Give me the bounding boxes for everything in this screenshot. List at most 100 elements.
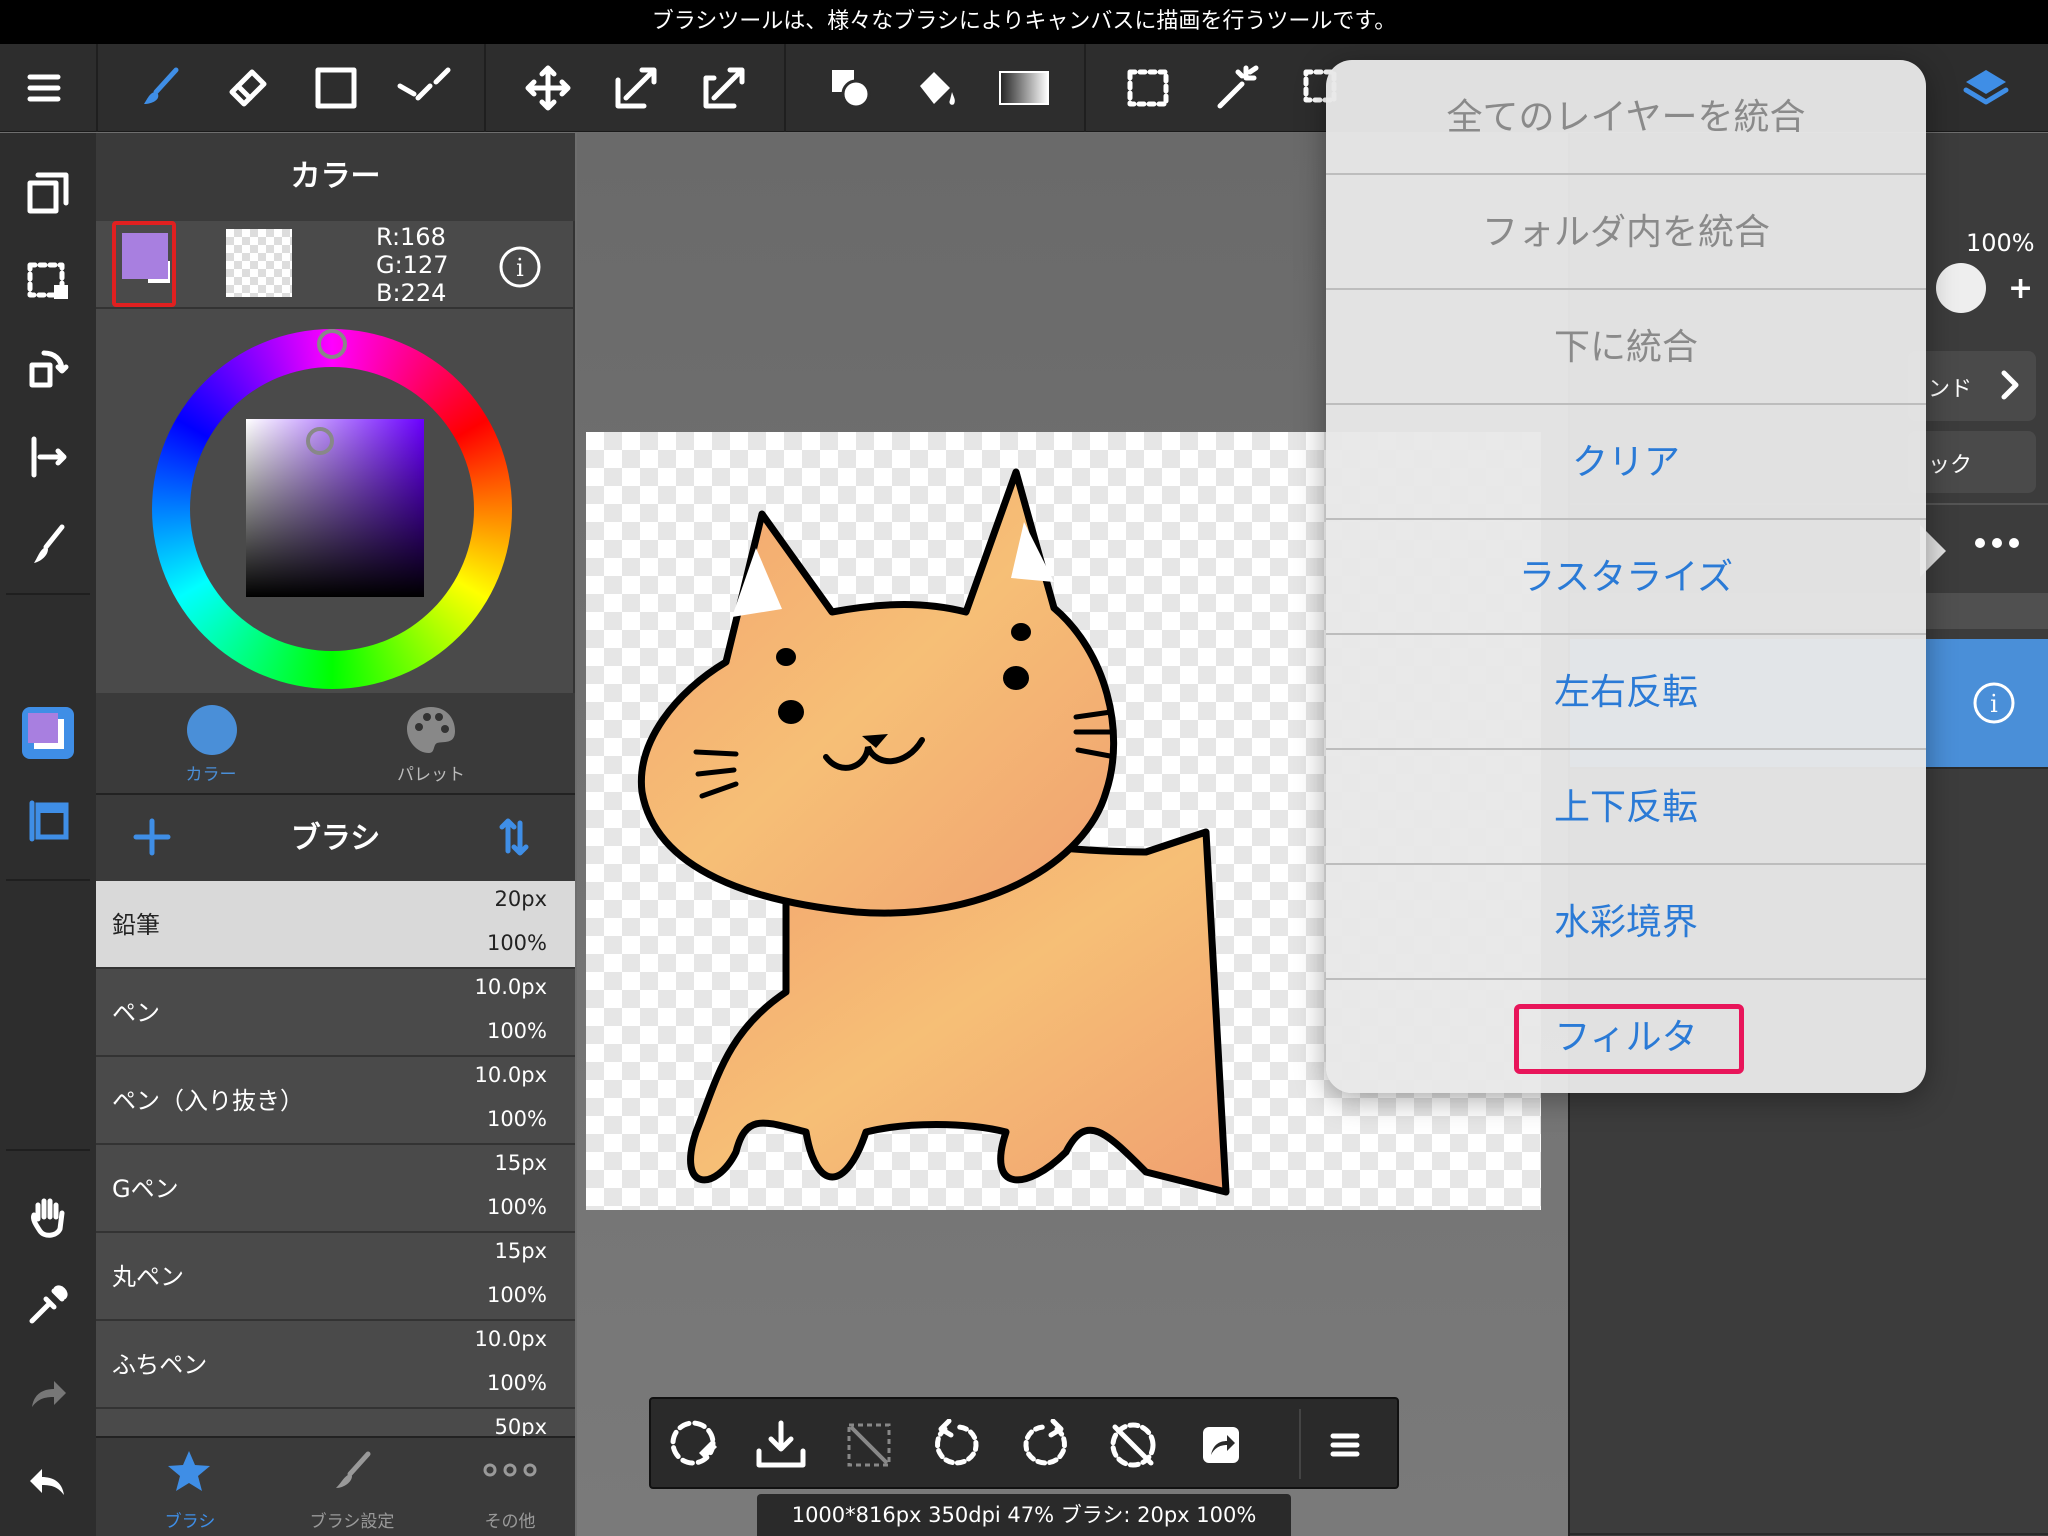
rotate-layer-icon[interactable] [18, 339, 78, 399]
magic-wand-icon[interactable] [1206, 58, 1266, 118]
star-icon [166, 1448, 212, 1498]
tab-color-label: カラー [185, 765, 237, 785]
brush-settings-icon [330, 1450, 372, 1496]
brush-opacity: 100% [486, 1283, 547, 1307]
redo-rotate-icon[interactable] [1015, 1415, 1075, 1475]
hue-handle[interactable] [317, 329, 347, 359]
save-download-icon[interactable] [751, 1415, 811, 1475]
brush-opacity: 100% [486, 1195, 547, 1219]
sort-brush-icon[interactable] [492, 815, 536, 863]
brush-item[interactable]: ふちペン 10.0px 100% [96, 1321, 575, 1409]
lock-button[interactable]: ック [1908, 431, 2036, 493]
brush-opacity: 100% [486, 931, 547, 955]
sv-handle[interactable] [306, 427, 334, 455]
menu-item-clear[interactable]: クリア [1326, 405, 1926, 520]
menu-item-rasterize[interactable]: ラスタライズ [1326, 520, 1926, 635]
tab-brush-label: ブラシ [164, 1512, 216, 1532]
bottom-menu-icon[interactable] [1315, 1415, 1375, 1475]
brush-name: ふちペン [112, 1351, 208, 1379]
redo-icon[interactable] [18, 1363, 78, 1423]
brush-list: 鉛筆 20px 100% ペン 10.0px 100% ペン（入り抜き） 10.… [96, 881, 575, 1441]
stroke-tool-icon[interactable] [394, 58, 454, 118]
clear-rotate-icon[interactable] [665, 1415, 725, 1475]
blend-mode-label: ンド [1928, 377, 1973, 402]
undo-icon[interactable] [18, 1451, 78, 1511]
saturation-value-square[interactable] [246, 419, 424, 597]
tab-brush[interactable]: ブラシ [110, 1438, 270, 1536]
brush-name: ペン（入り抜き） [112, 1087, 304, 1115]
color-tabs: カラー パレット [96, 693, 575, 793]
reset-rotate-icon[interactable] [1103, 1415, 1163, 1475]
brush-select-icon[interactable] [18, 515, 78, 575]
fill-shape-icon[interactable] [820, 58, 880, 118]
share-icon[interactable] [1191, 1415, 1251, 1475]
brush-item[interactable]: 鉛筆 20px 100% [96, 881, 575, 969]
eraser-tool-icon[interactable] [218, 58, 278, 118]
opacity-plus-icon[interactable]: + [2008, 271, 2033, 306]
hand-icon[interactable] [18, 1187, 78, 1247]
secondary-color-swatch[interactable] [226, 229, 292, 297]
lock-label: ック [1928, 453, 1973, 478]
layer-info-icon[interactable]: i [1972, 681, 2016, 729]
opacity-value: 100% [1966, 229, 2035, 257]
current-color-icon[interactable] [18, 703, 78, 763]
brush-opacity: 100% [486, 1107, 547, 1131]
tab-other[interactable]: その他 [430, 1438, 590, 1536]
shape-tool-icon[interactable] [306, 58, 366, 118]
free-transform-icon[interactable] [694, 58, 754, 118]
tab-color[interactable]: カラー [101, 693, 321, 793]
gradient-tool-icon[interactable] [994, 58, 1054, 118]
canvas-view-icon[interactable] [18, 791, 78, 851]
brush-item[interactable]: ペン（入り抜き） 10.0px 100% [96, 1057, 575, 1145]
brush-item[interactable]: 丸ペン 15px 100% [96, 1233, 575, 1321]
brush-tool-icon[interactable] [130, 58, 190, 118]
bucket-tool-icon[interactable] [906, 58, 966, 118]
tab-brush-settings[interactable]: ブラシ設定 [272, 1438, 432, 1536]
palette-icon [405, 705, 457, 759]
brush-name: Gペン [112, 1175, 179, 1203]
undo-rotate-icon[interactable] [927, 1415, 987, 1475]
primary-color-swatch[interactable] [112, 221, 176, 307]
move-tool-icon[interactable] [518, 58, 578, 118]
menu-item-merge-folder: フォルダ内を統合 [1326, 175, 1926, 290]
eyedropper-icon[interactable] [18, 1275, 78, 1335]
deselect-icon[interactable] [839, 1415, 899, 1475]
menu-item-merge-all: 全てのレイヤーを統合 [1326, 60, 1926, 175]
brush-size: 10.0px [474, 1327, 547, 1351]
brush-size: 10.0px [474, 975, 547, 999]
ruler-icon[interactable] [18, 427, 78, 487]
rgb-r: R:168 [376, 223, 446, 251]
color-info-icon[interactable]: i [498, 245, 542, 289]
tab-palette[interactable]: パレット [321, 693, 541, 793]
transform-tool-icon[interactable] [606, 58, 666, 118]
brush-size: 15px [494, 1151, 547, 1175]
rgb-b: B:224 [376, 279, 447, 307]
opacity-slider-handle[interactable] [1936, 263, 1986, 313]
status-bar: 1000*816px 350dpi 47% ブラシ: 20px 100% [757, 1494, 1291, 1536]
brush-item[interactable]: Gペン 15px 100% [96, 1145, 575, 1233]
select-layer-icon[interactable] [18, 251, 78, 311]
menu-item-flip-vertical[interactable]: 上下反転 [1326, 750, 1926, 865]
brush-opacity: 100% [486, 1019, 547, 1043]
brush-item[interactable]: ペン 10.0px 100% [96, 969, 575, 1057]
tab-palette-label: パレット [397, 765, 465, 785]
tab-brush-settings-label: ブラシ設定 [309, 1512, 395, 1532]
brush-panel: ブラシ 鉛筆 20px 100% ペン 10.0px 100% ペン（入り抜き）… [96, 793, 575, 1536]
rgb-g: G:127 [376, 251, 449, 279]
color-panel-title: カラー [96, 133, 575, 221]
brush-name: 鉛筆 [112, 911, 160, 939]
select-rect-icon[interactable] [1118, 58, 1178, 118]
menu-item-merge-down: 下に統合 [1326, 290, 1926, 405]
menu-item-flip-horizontal[interactable]: 左右反転 [1326, 635, 1926, 750]
filter-highlight-box [1514, 1004, 1744, 1074]
brush-opacity: 100% [486, 1371, 547, 1395]
menu-item-watercolor-border[interactable]: 水彩境界 [1326, 865, 1926, 980]
layers-icon[interactable] [1956, 58, 2016, 118]
blend-mode-button[interactable]: ンド [1908, 351, 2036, 421]
layer-more-icon[interactable] [1972, 535, 2022, 555]
rgb-readout: R:168 G:127 B:224 [376, 223, 449, 307]
layer-duplicate-icon[interactable] [18, 163, 78, 223]
brush-tabs: ブラシ ブラシ設定 その他 [96, 1436, 575, 1536]
menu-icon[interactable] [14, 58, 74, 118]
svg-text:i: i [516, 254, 524, 282]
